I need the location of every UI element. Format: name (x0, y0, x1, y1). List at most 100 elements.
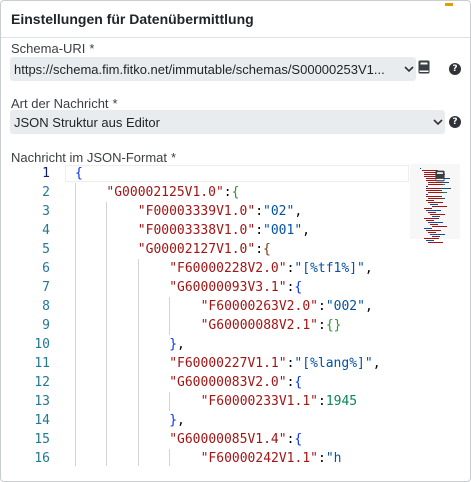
minimap-line (428, 192, 442, 193)
code-token: { (263, 242, 271, 257)
code-token: } (169, 413, 178, 428)
minimap-line (448, 182, 449, 183)
code-line: "F60000233V1.1":1945 (201, 392, 358, 411)
minimap-line (443, 184, 445, 185)
code-line: }, (169, 335, 185, 354)
indent-guide (169, 449, 171, 466)
minimap-line (449, 178, 450, 179)
line-number: 7 (42, 280, 50, 295)
code-token: "001" (263, 223, 303, 238)
message-type-label-text: Art der Nachricht (11, 96, 109, 111)
code-token: : (318, 451, 326, 466)
line-number: 3 (42, 204, 50, 219)
help-icon[interactable]: ? (449, 116, 461, 128)
minimap-line (430, 224, 438, 225)
indent-guide (169, 392, 171, 411)
required-marker: * (112, 96, 118, 111)
json-code-editor[interactable]: 1 2 3 4 5 6 7 8 9 10 11 12 13 14 15 16 {"G00002125V1.0"… (10, 164, 460, 466)
code-line: { (75, 164, 83, 183)
minimap-line (428, 184, 442, 185)
minimap-line (441, 190, 442, 191)
minimap-line (428, 198, 442, 199)
code-token: , (372, 356, 381, 371)
minimap-line (427, 186, 428, 187)
code-token: } (169, 337, 178, 352)
schema-uri-label: Schema-URI * (11, 41, 94, 56)
minimap-line (426, 196, 440, 197)
code-token: "G60000083V2.0" (169, 375, 287, 390)
minimap-marker (445, 3, 453, 6)
code-token: "F60000242V1.1" (200, 451, 318, 466)
code-token: : (318, 318, 326, 333)
code-token: "G60000088V2.1" (200, 318, 318, 333)
minimap-line (441, 188, 450, 189)
code-line: "G60000088V2.1":{} (201, 316, 342, 335)
code-token: : (255, 242, 264, 257)
code-token: "02" (263, 204, 295, 219)
code-token: , (302, 223, 310, 238)
minimap-line (428, 212, 436, 213)
minimap-line (428, 202, 443, 203)
code-token: , (177, 337, 185, 352)
code-token: , (364, 261, 373, 276)
line-number: 6 (42, 261, 50, 276)
code-token: : (223, 185, 232, 200)
minimap-line (426, 190, 440, 191)
schema-uri-label-text: Schema-URI (11, 41, 86, 56)
minimap-line (428, 222, 443, 223)
minimap-line (430, 214, 445, 215)
code-line: "F60000228V2.0":"[%tf1%]", (169, 259, 373, 278)
editor-minimap[interactable] (410, 164, 460, 466)
code-token: "[%lang%]" (294, 356, 373, 371)
required-marker: * (171, 150, 177, 165)
minimap-line (430, 234, 445, 235)
minimap-line (432, 216, 440, 217)
code-token: , (294, 204, 303, 219)
minimap-line (428, 242, 443, 243)
indent-guide (106, 202, 108, 466)
code-token: "G60000093V3.1" (169, 280, 287, 295)
code-token: { (294, 375, 303, 390)
line-number: 5 (42, 242, 50, 257)
code-token: "F60000233V1.1" (200, 394, 318, 409)
minimap-line (443, 192, 447, 193)
minimap-line (432, 206, 447, 207)
minimap-line (426, 210, 441, 211)
line-number: 16 (34, 451, 50, 466)
code-token: "002" (325, 299, 365, 314)
minimap-line (430, 204, 438, 205)
code-line: "G00002125V1.0":{ (106, 183, 239, 202)
line-number: 13 (34, 394, 50, 409)
code-token: { (231, 185, 240, 200)
code-line: "F60000242V1.1":"h (201, 449, 342, 466)
book-icon[interactable] (415, 58, 433, 76)
minimap-line (426, 188, 440, 189)
code-line: "G60000093V3.1":{ (169, 278, 302, 297)
message-type-label: Art der Nachricht * (11, 96, 118, 111)
minimap-line (420, 168, 421, 169)
minimap-line (426, 220, 434, 221)
code-token: "F60000263V2.0" (200, 299, 318, 314)
code-token: : (318, 299, 326, 314)
code-token: , (177, 413, 185, 428)
chevron-down-icon (402, 62, 416, 76)
indent-guide (169, 297, 171, 335)
code-token: : (255, 204, 264, 219)
help-icon[interactable]: ? (449, 63, 461, 75)
message-type-select[interactable]: JSON Struktur aus Editor (10, 110, 445, 134)
minimap-line (432, 236, 440, 237)
transmission-settings-panel: Einstellungen für Datenübermittlung Sche… (0, 0, 471, 482)
minimap-line (424, 218, 439, 219)
code-token: "G00002125V1.0" (106, 185, 224, 200)
code-token: { (294, 432, 303, 447)
code-token: "G60000085V1.4" (169, 432, 287, 447)
line-number: 1 (42, 166, 50, 181)
code-token: "F00003339V1.0" (137, 204, 256, 219)
code-token: "[%tf1%]" (294, 261, 365, 276)
code-token: {} (325, 318, 342, 333)
line-number: 14 (34, 413, 50, 428)
book-icon[interactable] (433, 169, 447, 183)
code-token: , (364, 299, 373, 314)
minimap-line (426, 240, 434, 241)
schema-uri-select[interactable]: https://schema.fim.fitko.net/immutable/s… (10, 57, 416, 81)
